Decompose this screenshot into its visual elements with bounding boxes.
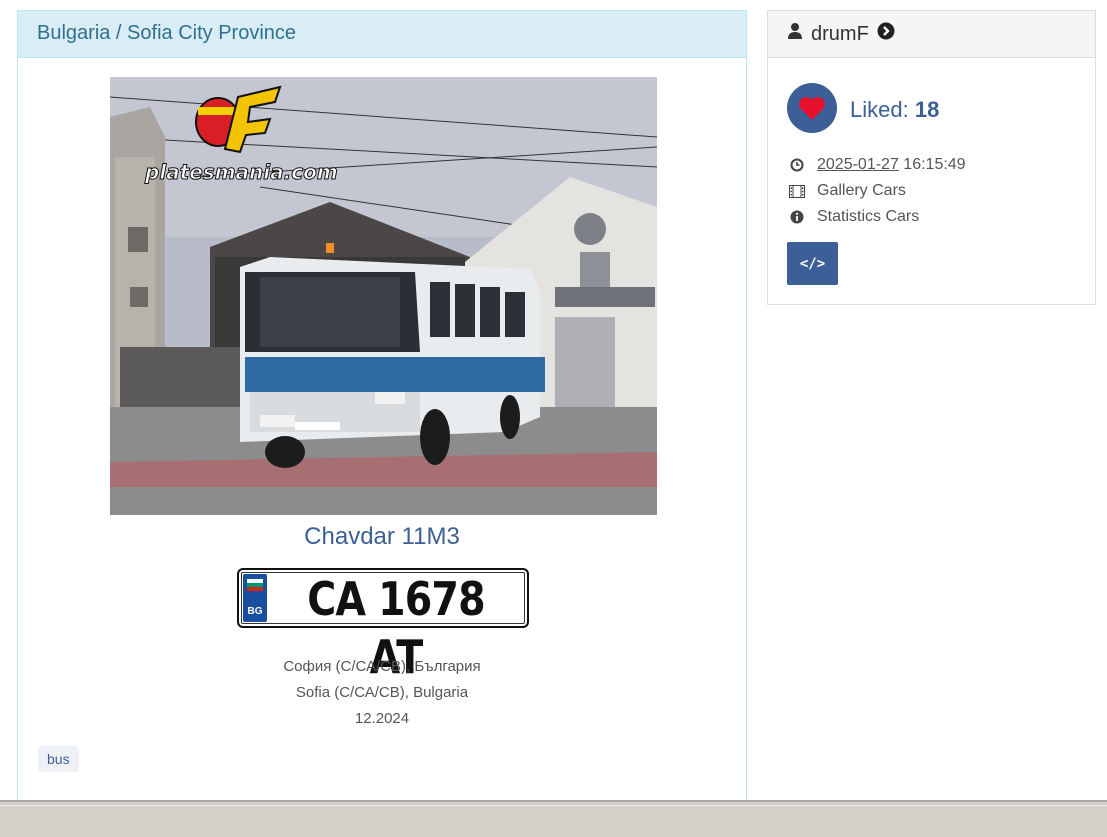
upload-time: 16:15:49 — [903, 156, 966, 173]
location-line-local: София (С/СА/СВ), България — [283, 658, 481, 675]
upload-date-link[interactable]: 2025-01-27 — [817, 156, 899, 174]
vehicle-photo[interactable]: platesmania.com — [110, 77, 657, 515]
plate-number: CA 1678 AT — [307, 572, 485, 684]
clock-icon — [788, 158, 806, 172]
location-link[interactable]: Bulgaria / Sofia City Province — [37, 22, 296, 44]
heart-icon — [799, 96, 825, 120]
license-plate: BG CA 1678 AT — [237, 568, 529, 684]
plate-country-code: BG — [247, 606, 263, 617]
username-link[interactable]: drumF — [811, 23, 869, 46]
statistics-link[interactable]: Statistics Cars — [817, 208, 919, 226]
location-heading: Bulgaria / Sofia City Province — [18, 11, 746, 58]
uploader-panel: drumF Liked: 18 2025-01-27 16:15:49 Gall… — [767, 10, 1096, 305]
photo-panel: Bulgaria / Sofia City Province platesman… — [17, 10, 747, 810]
gallery-row: Gallery Cars — [788, 182, 906, 200]
vehicle-model-title[interactable]: Chavdar 11M3 — [18, 523, 746, 551]
like-button[interactable] — [787, 83, 837, 133]
photo-date: 12.2024 — [354, 710, 410, 727]
user-icon — [787, 22, 803, 46]
info-circle-icon — [788, 210, 806, 224]
liked-count: 18 — [914, 97, 940, 122]
gallery-link[interactable]: Gallery Cars — [817, 182, 906, 200]
window-bottom-bar — [0, 800, 1107, 837]
liked-label: Liked: — [850, 97, 909, 122]
liked-count-text: Liked: 18 — [850, 97, 939, 123]
watermark-text: platesmania.com — [144, 160, 338, 184]
tag-bus[interactable]: bus — [38, 746, 79, 772]
location-line-english: Sofia (С/СА/СВ), Bulgaria — [295, 684, 469, 701]
uploader-heading: drumF — [768, 11, 1095, 58]
embed-code-button[interactable]: </> — [787, 242, 838, 285]
chevron-right-circle-icon[interactable] — [877, 22, 895, 46]
bulgaria-flag-icon — [247, 579, 263, 591]
code-icon: </> — [799, 255, 826, 272]
upload-datetime: 2025-01-27 16:15:49 — [788, 156, 966, 174]
film-icon — [788, 184, 806, 198]
statistics-row: Statistics Cars — [788, 208, 919, 226]
eu-strip: BG — [243, 574, 267, 622]
